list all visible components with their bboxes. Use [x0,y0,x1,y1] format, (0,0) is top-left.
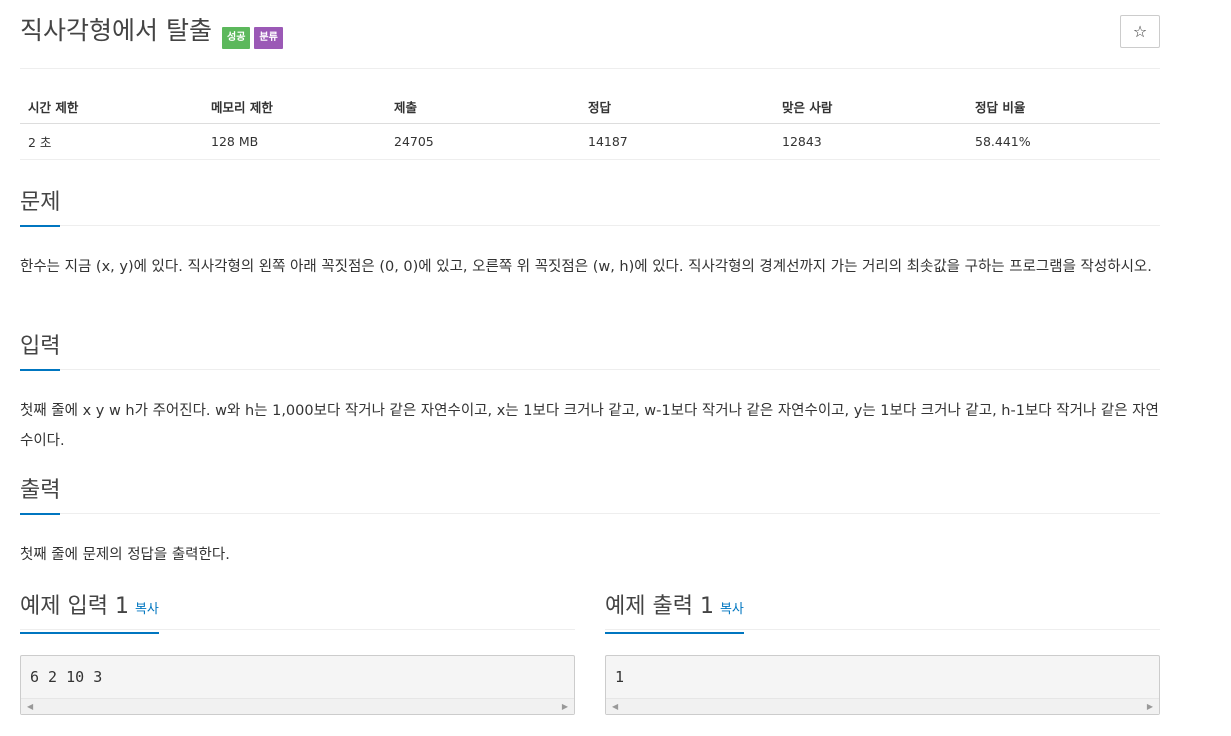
output-section-header: 출력 [20,476,1160,515]
star-icon: ☆ [1132,22,1148,41]
sample-output-header: 예제 출력 1 복사 [605,592,1160,634]
info-header-row: 시간 제한 메모리 제한 제출 정답 맞은 사람 정답 비율 [20,90,1160,124]
info-value-row: 2 초 128 MB 24705 14187 12843 58.441% [20,123,1160,160]
header-time-limit: 시간 제한 [20,90,203,124]
problem-heading: 문제 [20,188,61,227]
header-accepted: 정답 [580,90,774,124]
value-accept-ratio: 58.441% [967,123,1160,160]
sample-output-box[interactable]: 1 ◀ ▶ [605,655,1160,715]
sample-output-heading: 예제 출력 1 복사 [605,592,744,634]
title-divider [20,68,1160,69]
problem-title: 직사각형에서 탈출 [20,16,212,45]
header-submissions: 제출 [386,90,580,124]
input-heading: 입력 [20,332,61,371]
sample-input-heading: 예제 입력 1 복사 [20,592,159,634]
scroll-left-icon[interactable]: ◀ [27,702,33,711]
header-accept-ratio: 정답 비율 [967,90,1160,124]
scroll-right-icon[interactable]: ▶ [562,702,568,711]
sample-output-scrollbar[interactable]: ◀ ▶ [606,698,1159,714]
category-badge[interactable]: 분류 [254,27,283,49]
value-memory-limit: 128 MB [203,123,386,160]
title-row: 직사각형에서 탈출 성공 분류 ☆ [20,14,1160,54]
value-time-limit: 2 초 [20,123,203,160]
scroll-left-icon[interactable]: ◀ [612,702,618,711]
problem-section-header: 문제 [20,188,1160,227]
sample-input-copy-button[interactable]: 복사 [135,602,159,617]
header-memory-limit: 메모리 제한 [203,90,386,124]
value-solved-users: 12843 [774,123,967,160]
problem-description: 한수는 지금 (x, y)에 있다. 직사각형의 왼쪽 아래 꼭짓점은 (0, … [20,259,1152,275]
input-section-header: 입력 [20,332,1160,371]
output-description: 첫째 줄에 문제의 정답을 출력한다. [20,547,230,563]
badge-group: 성공 분류 [222,27,283,49]
value-submissions: 24705 [386,123,580,160]
input-description: 첫째 줄에 x y w h가 주어진다. w와 h는 1,000보다 작거나 같… [20,403,1159,449]
sample-input-title: 예제 입력 1 [20,594,129,619]
sample-input-box[interactable]: 6 2 10 3 ◀ ▶ [20,655,575,715]
problem-info-table: 시간 제한 메모리 제한 제출 정답 맞은 사람 정답 비율 2 초 128 M… [20,90,1160,160]
sample-output-title: 예제 출력 1 [605,594,714,619]
sample-input-header: 예제 입력 1 복사 [20,592,575,634]
sample-output-content: 1 [615,668,625,686]
scroll-right-icon[interactable]: ▶ [1147,702,1153,711]
header-solved-users: 맞은 사람 [774,90,967,124]
star-button[interactable]: ☆ [1120,15,1160,48]
sample-input-content: 6 2 10 3 [30,668,103,686]
sample-output-copy-button[interactable]: 복사 [720,602,744,617]
value-accepted: 14187 [580,123,774,160]
success-badge[interactable]: 성공 [222,27,251,49]
output-heading: 출력 [20,476,61,515]
sample-input-scrollbar[interactable]: ◀ ▶ [21,698,574,714]
